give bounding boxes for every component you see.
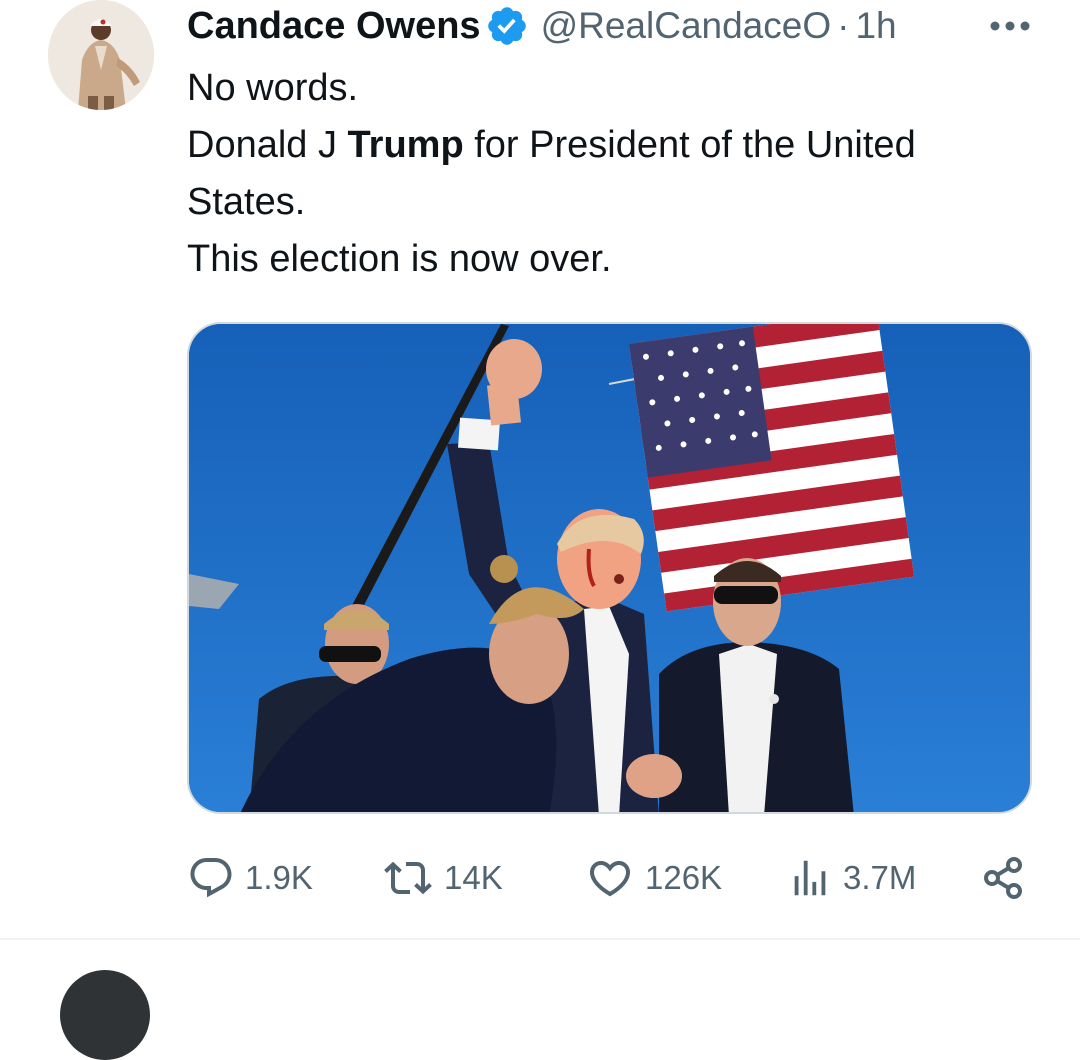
tweet-text-line: No words.	[187, 67, 359, 109]
views-count: 3.7M	[843, 859, 917, 896]
repost-icon	[384, 861, 432, 895]
tweet-text-line: This election is now over.	[187, 238, 612, 280]
tweet-actions: 1.9K 14K 126K 3.7M	[187, 850, 1037, 906]
text-segment: Donald J	[187, 124, 348, 166]
heart-icon	[589, 861, 631, 897]
repost-count: 14K	[444, 859, 503, 896]
text-bold-segment: Trump	[347, 124, 464, 166]
author-handle[interactable]: @RealCandaceO	[541, 5, 832, 47]
author-display-name[interactable]: Candace Owens	[187, 5, 481, 48]
author-avatar[interactable]	[48, 0, 154, 110]
tweet-media-photo[interactable]	[187, 322, 1032, 814]
share-button[interactable]	[979, 850, 1027, 906]
views-icon	[794, 860, 826, 896]
rally-photo	[189, 324, 1030, 812]
next-tweet-avatar[interactable]	[60, 970, 150, 1060]
like-count: 126K	[645, 859, 723, 896]
tweet-timestamp[interactable]: 1h	[855, 5, 896, 47]
tweet-divider	[0, 938, 1080, 940]
reply-count: 1.9K	[245, 859, 313, 896]
tweet-header: Candace Owens @RealCandaceO · 1h	[187, 2, 1040, 50]
share-icon	[984, 857, 1022, 899]
more-horizontal-icon	[990, 21, 1030, 31]
like-button[interactable]: 126K	[585, 850, 722, 906]
repost-button[interactable]: 14K	[382, 850, 503, 906]
views-button[interactable]: 3.7M	[787, 850, 916, 906]
more-options-button[interactable]	[980, 2, 1040, 50]
tweet[interactable]: Candace Owens @RealCandaceO · 1h No word…	[0, 0, 1080, 940]
reply-icon	[190, 858, 232, 898]
separator-dot: ·	[837, 5, 850, 46]
tweet-text: No words. Donald J Trump for President o…	[187, 60, 1037, 288]
reply-button[interactable]: 1.9K	[187, 850, 313, 906]
verified-badge-icon	[487, 7, 526, 45]
avatar-photo	[48, 0, 154, 110]
tweet-text-line: Donald J Trump for President of the Unit…	[187, 117, 1037, 231]
